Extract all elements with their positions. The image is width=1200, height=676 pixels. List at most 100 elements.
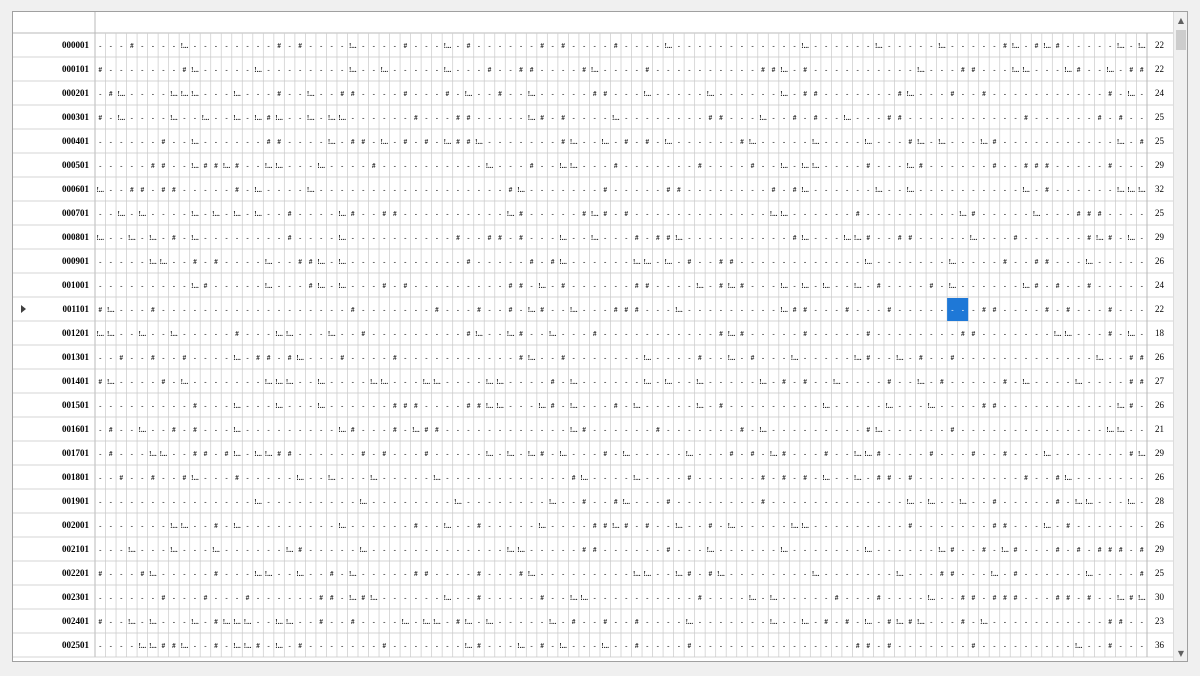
grid-cell[interactable]: !... (801, 618, 809, 626)
grid-cell[interactable]: - (509, 354, 512, 362)
grid-cell[interactable]: - (383, 426, 386, 434)
grid-cell[interactable]: - (962, 642, 965, 650)
grid-cell[interactable]: - (404, 642, 407, 650)
grid-cell[interactable]: - (962, 522, 965, 530)
grid-cell[interactable]: - (667, 162, 670, 170)
grid-cell[interactable]: - (488, 330, 491, 338)
grid-cell[interactable]: - (1077, 354, 1080, 362)
grid-cell[interactable]: !... (170, 330, 178, 338)
grid-cell[interactable]: - (246, 570, 249, 578)
grid-cell[interactable]: - (173, 618, 176, 626)
grid-cell[interactable]: !... (559, 450, 567, 458)
grid-cell[interactable]: - (110, 66, 113, 74)
grid-cell[interactable]: - (909, 426, 912, 434)
grid-cell[interactable]: - (257, 618, 260, 626)
grid-cell[interactable]: - (404, 114, 407, 122)
row-id[interactable]: 000501 (62, 160, 90, 170)
grid-cell[interactable]: - (141, 114, 144, 122)
row-id[interactable]: 001501 (62, 400, 90, 410)
grid-cell[interactable]: # (477, 522, 481, 530)
grid-cell[interactable]: - (1141, 474, 1144, 482)
grid-cell[interactable]: !... (286, 378, 294, 386)
grid-cell[interactable]: - (246, 90, 249, 98)
grid-cell[interactable]: !... (212, 546, 220, 554)
grid-cell[interactable]: - (309, 42, 312, 50)
grid-cell[interactable]: - (246, 378, 249, 386)
row-id[interactable]: 000701 (62, 208, 90, 218)
grid-cell[interactable]: - (657, 330, 660, 338)
grid-cell[interactable]: - (499, 306, 502, 314)
grid-cell[interactable]: - (762, 450, 765, 458)
grid-cell[interactable]: - (604, 162, 607, 170)
grid-cell[interactable]: - (120, 570, 123, 578)
grid-cell[interactable]: # (719, 258, 723, 266)
grid-cell[interactable]: # (561, 114, 565, 122)
grid-cell[interactable]: # (519, 210, 523, 218)
grid-cell[interactable]: - (331, 210, 334, 218)
grid-cell[interactable]: - (457, 426, 460, 434)
grid-cell[interactable]: - (1130, 306, 1133, 314)
grid-cell[interactable]: # (362, 450, 366, 458)
grid-cell[interactable]: - (383, 402, 386, 410)
grid-cell[interactable]: - (162, 90, 165, 98)
grid-cell[interactable]: - (1025, 90, 1028, 98)
grid-cell[interactable]: - (825, 546, 828, 554)
grid-cell[interactable]: - (225, 210, 228, 218)
grid-cell[interactable]: - (572, 522, 575, 530)
grid-cell[interactable]: - (194, 306, 197, 314)
grid-cell[interactable]: - (1067, 450, 1070, 458)
grid-cell[interactable]: - (488, 594, 491, 602)
grid-cell[interactable]: # (99, 378, 103, 386)
grid-cell[interactable]: - (331, 42, 334, 50)
grid-cell[interactable]: - (730, 186, 733, 194)
grid-cell[interactable]: !... (665, 378, 673, 386)
grid-cell[interactable]: # (740, 426, 744, 434)
grid-cell[interactable]: - (194, 114, 197, 122)
grid-cell[interactable]: - (909, 450, 912, 458)
grid-cell[interactable]: - (846, 546, 849, 554)
grid-cell[interactable]: !... (1127, 186, 1135, 194)
grid-cell[interactable]: - (604, 234, 607, 242)
grid-cell[interactable]: - (488, 474, 491, 482)
grid-cell[interactable]: # (688, 258, 692, 266)
grid-cell[interactable]: - (183, 402, 186, 410)
grid-cell[interactable]: # (1129, 450, 1133, 458)
grid-cell[interactable]: - (509, 234, 512, 242)
grid-cell[interactable]: - (541, 90, 544, 98)
grid-cell[interactable]: - (415, 618, 418, 626)
grid-cell[interactable]: # (383, 282, 387, 290)
grid-cell[interactable]: !... (938, 546, 946, 554)
grid-cell[interactable]: !... (875, 426, 883, 434)
grid-cell[interactable]: - (1004, 114, 1007, 122)
grid-cell[interactable]: - (1046, 330, 1049, 338)
grid-cell[interactable]: !... (580, 474, 588, 482)
grid-cell[interactable]: - (1098, 330, 1101, 338)
grid-cell[interactable]: - (793, 138, 796, 146)
grid-cell[interactable]: - (572, 570, 575, 578)
grid-cell[interactable]: - (173, 258, 176, 266)
grid-cell[interactable]: - (225, 90, 228, 98)
grid-cell[interactable]: - (425, 594, 428, 602)
grid-cell[interactable]: - (1130, 642, 1133, 650)
grid-cell[interactable]: - (1120, 522, 1123, 530)
grid-cell[interactable]: - (530, 546, 533, 554)
grid-cell[interactable]: - (309, 618, 312, 626)
grid-cell[interactable]: - (141, 234, 144, 242)
grid-cell[interactable]: !... (1043, 522, 1051, 530)
grid-cell[interactable]: !... (1054, 330, 1062, 338)
grid-cell[interactable]: - (520, 594, 523, 602)
grid-cell[interactable]: - (394, 234, 397, 242)
grid-cell[interactable]: !... (233, 402, 241, 410)
grid-canvas[interactable]: 000001- - - # - - - -!... - - - - - - - - # - # - - - -!... - - -… (13, 12, 1173, 661)
grid-cell[interactable]: - (215, 330, 218, 338)
grid-cell[interactable]: - (751, 258, 754, 266)
grid-cell[interactable]: - (941, 282, 944, 290)
grid-cell[interactable]: - (814, 618, 817, 626)
grid-cell[interactable]: - (878, 258, 881, 266)
grid-cell[interactable]: - (352, 402, 355, 410)
grid-cell[interactable]: - (225, 570, 228, 578)
grid-cell[interactable]: - (920, 210, 923, 218)
grid-cell[interactable]: - (709, 354, 712, 362)
grid-cell[interactable]: - (941, 594, 944, 602)
grid-cell[interactable]: - (1098, 522, 1101, 530)
